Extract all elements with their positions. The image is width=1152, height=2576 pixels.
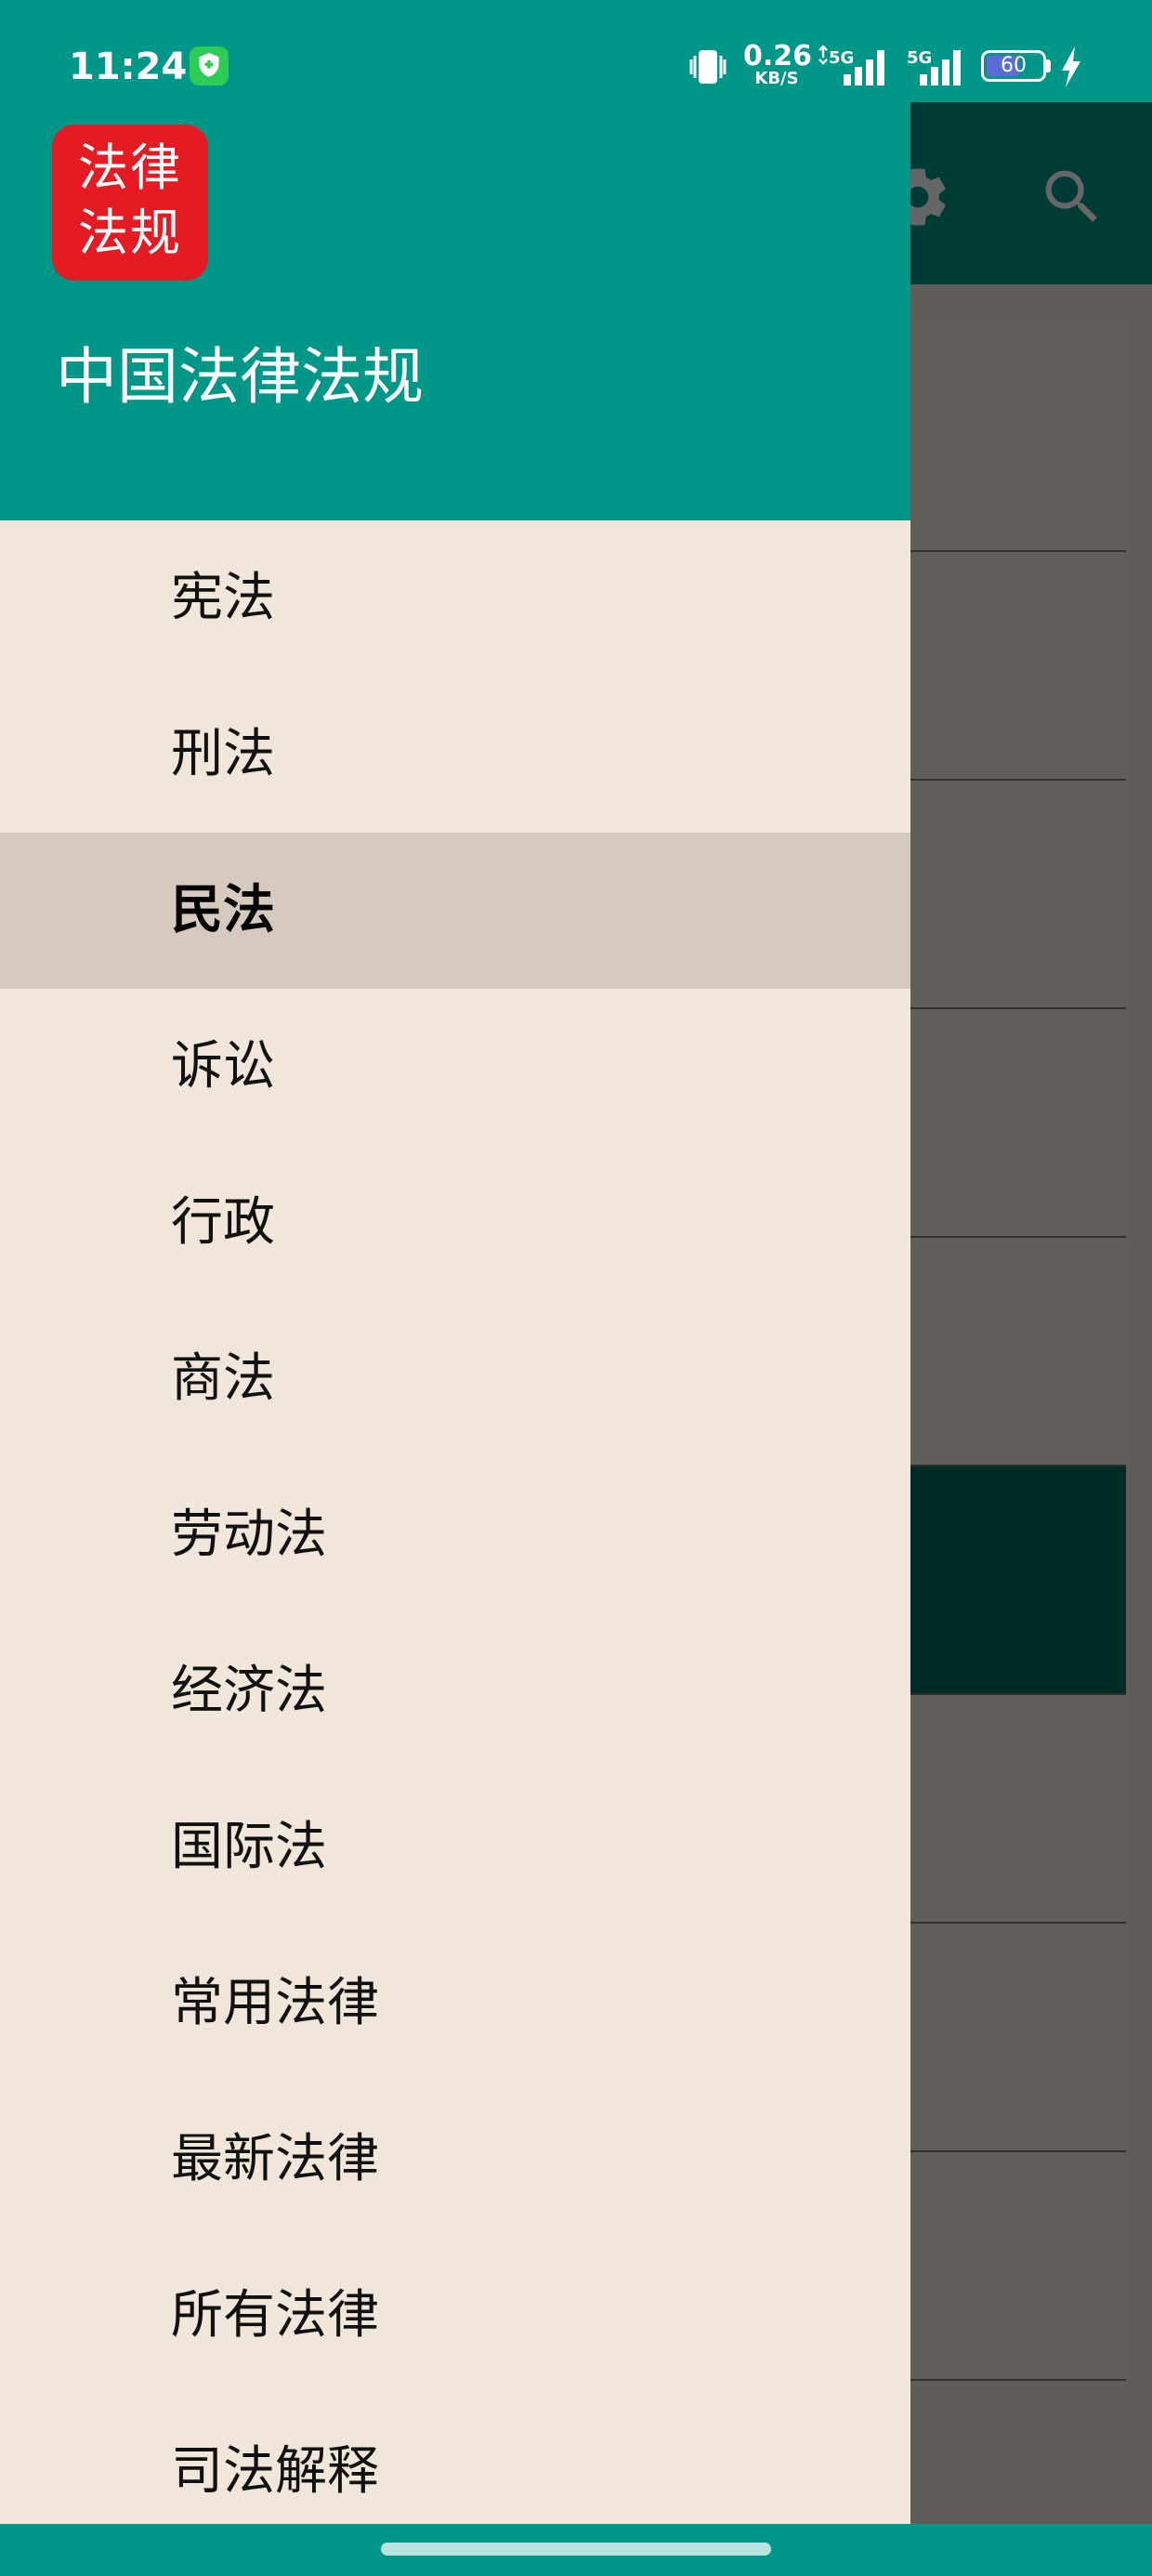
gesture-handle[interactable] [381, 2543, 771, 2556]
menu-item-label: 经济法 [171, 1661, 327, 1721]
menu-item-label: 劳动法 [171, 1505, 327, 1565]
menu-item-label: 民法 [171, 880, 275, 940]
signal-icon: 5G [818, 45, 884, 85]
menu-item-economic-law[interactable]: 经济法 [0, 1613, 910, 1769]
menu-item-latest-laws[interactable]: 最新法律 [0, 2082, 910, 2238]
app-logo: 法律 法规 [52, 125, 208, 281]
signal-2-label: 5G [907, 48, 932, 68]
vibrate-icon [689, 50, 727, 84]
menu-item-label: 刑法 [171, 724, 275, 784]
signal-icon: 5G [907, 48, 961, 85]
logo-text-line-1: 法律 [78, 138, 182, 197]
menu-item-administrative[interactable]: 行政 [0, 1145, 910, 1301]
menu-item-litigation[interactable]: 诉讼 [0, 989, 910, 1145]
drawer-menu: 宪法 刑法 民法 诉讼 行政 商法 劳动法 经济法 国际法 常用法律 最新法律 [0, 520, 910, 2524]
menu-item-constitution[interactable]: 宪法 [0, 520, 910, 677]
menu-item-label: 常用法律 [171, 1973, 379, 2033]
menu-item-labor-law[interactable]: 劳动法 [0, 1457, 910, 1613]
signal-1-label: 5G [829, 48, 854, 68]
menu-item-label: 最新法律 [171, 2129, 379, 2189]
navigation-bar [0, 2524, 1152, 2576]
menu-item-civil-law[interactable]: 民法 [0, 833, 910, 989]
battery-level-text: 60 [1001, 54, 1027, 77]
network-speed: 0.26 KB/S [743, 40, 813, 88]
menu-item-judicial-interpretation[interactable]: 司法解释 [0, 2394, 910, 2524]
menu-item-commercial-law[interactable]: 商法 [0, 1301, 910, 1457]
network-speed-value: 0.26 [743, 40, 813, 72]
app-title: 中国法律法规 [56, 341, 424, 413]
navigation-drawer: 法律 法规 中国法律法规 宪法 刑法 民法 诉讼 行政 商法 劳动法 经济法 国… [0, 0, 910, 2524]
logo-text-line-2: 法规 [78, 204, 182, 262]
menu-item-label: 诉讼 [171, 1036, 275, 1097]
battery-icon: 60 [981, 50, 1046, 82]
menu-item-all-laws[interactable]: 所有法律 [0, 2238, 910, 2394]
menu-item-label: 行政 [171, 1192, 275, 1253]
menu-item-international-law[interactable]: 国际法 [0, 1769, 910, 1925]
menu-item-common-laws[interactable]: 常用法律 [0, 1925, 910, 2082]
menu-item-label: 司法解释 [171, 2441, 379, 2502]
shield-app-icon [190, 46, 229, 85]
charging-icon [1062, 46, 1080, 87]
battery-tip [1046, 59, 1051, 72]
status-time: 11:24 [69, 46, 188, 88]
network-speed-unit: KB/S [754, 69, 799, 88]
menu-item-label: 国际法 [171, 1817, 327, 1877]
menu-item-label: 所有法律 [171, 2285, 379, 2346]
menu-item-label: 商法 [171, 1348, 275, 1409]
menu-item-label: 宪法 [171, 568, 275, 628]
status-bar: 11:24 0.26 KB/S 5G 5G 60 [0, 0, 1152, 102]
menu-item-criminal-law[interactable]: 刑法 [0, 677, 910, 833]
